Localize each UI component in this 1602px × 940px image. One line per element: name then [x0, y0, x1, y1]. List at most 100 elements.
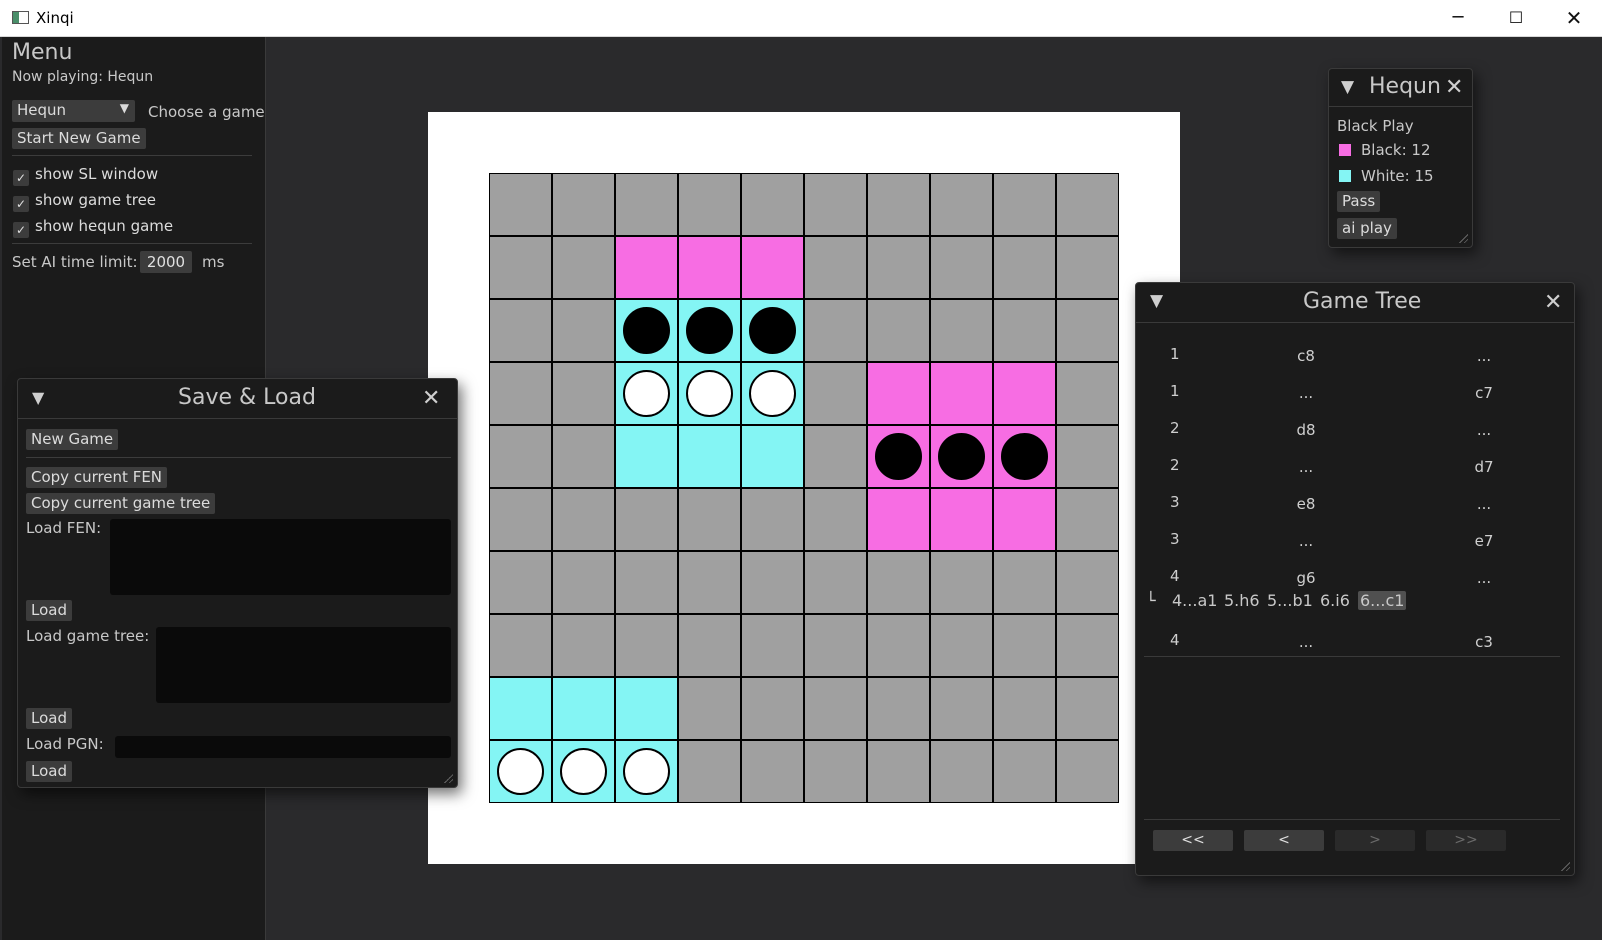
board-cell[interactable] [678, 488, 741, 551]
board-cell[interactable] [615, 740, 678, 803]
white-move[interactable]: ... [1286, 384, 1326, 402]
board-cell[interactable] [552, 614, 615, 677]
resize-grip-icon[interactable] [1458, 233, 1468, 243]
board-cell[interactable] [867, 299, 930, 362]
load-game-tree-button[interactable]: Load [26, 708, 72, 729]
board-cell[interactable] [867, 236, 930, 299]
board-cell[interactable] [678, 173, 741, 236]
board-cell[interactable] [804, 173, 867, 236]
board-cell[interactable] [867, 614, 930, 677]
last-move-button[interactable]: >> [1426, 830, 1506, 851]
board-cell[interactable] [552, 488, 615, 551]
board-cell[interactable] [741, 614, 804, 677]
board-cell[interactable] [993, 236, 1056, 299]
ai-time-input[interactable]: 2000 [140, 251, 192, 273]
board-cell[interactable] [741, 488, 804, 551]
board-cell[interactable] [552, 236, 615, 299]
board-cell[interactable] [741, 551, 804, 614]
start-new-game-button[interactable]: Start New Game [12, 128, 146, 149]
black-move[interactable]: ... [1464, 569, 1504, 587]
board-cell[interactable] [615, 614, 678, 677]
show-game-tree-checkbox[interactable]: ✓ show game tree [13, 191, 156, 212]
show-hequn-game-checkbox[interactable]: ✓ show hequn game [13, 217, 173, 238]
load-fen-button[interactable]: Load [26, 600, 72, 621]
board-cell[interactable] [993, 425, 1056, 488]
board-cell[interactable] [552, 299, 615, 362]
board-cell[interactable] [804, 236, 867, 299]
black-move[interactable]: ... [1464, 495, 1504, 513]
board-cell[interactable] [489, 299, 552, 362]
board-cell[interactable] [1056, 614, 1119, 677]
board-cell[interactable] [993, 677, 1056, 740]
black-move[interactable]: d7 [1464, 458, 1504, 476]
board-cell[interactable] [552, 677, 615, 740]
board-cell[interactable] [867, 740, 930, 803]
board-cell[interactable] [930, 299, 993, 362]
board-cell[interactable] [489, 677, 552, 740]
board-cell[interactable] [1056, 236, 1119, 299]
board-cell[interactable] [552, 173, 615, 236]
game-board[interactable] [489, 173, 1119, 803]
board-cell[interactable] [489, 488, 552, 551]
board-cell[interactable] [867, 425, 930, 488]
ai-play-button[interactable]: ai play [1337, 218, 1397, 239]
board-cell[interactable] [678, 299, 741, 362]
board-cell[interactable] [930, 614, 993, 677]
new-game-button[interactable]: New Game [26, 429, 119, 450]
board-cell[interactable] [1056, 677, 1119, 740]
board-cell[interactable] [867, 551, 930, 614]
black-move[interactable]: e7 [1464, 532, 1504, 550]
board-cell[interactable] [930, 677, 993, 740]
board-cell[interactable] [552, 425, 615, 488]
board-cell[interactable] [741, 425, 804, 488]
board-cell[interactable] [804, 488, 867, 551]
board-cell[interactable] [678, 425, 741, 488]
board-cell[interactable] [930, 551, 993, 614]
board-cell[interactable] [930, 425, 993, 488]
board-cell[interactable] [993, 173, 1056, 236]
white-move[interactable]: g6 [1286, 569, 1326, 587]
board-cell[interactable] [615, 173, 678, 236]
board-cell[interactable] [741, 740, 804, 803]
white-move[interactable]: ... [1286, 458, 1326, 476]
game-select[interactable]: Hequn ▼ [12, 100, 135, 122]
board-cell[interactable] [489, 173, 552, 236]
white-move[interactable]: c8 [1286, 347, 1326, 365]
variation-move-selected[interactable]: 6...c1 [1358, 591, 1407, 610]
board-cell[interactable] [930, 173, 993, 236]
collapse-triangle-icon[interactable]: ▼ [1150, 291, 1163, 311]
board-cell[interactable] [489, 236, 552, 299]
board-cell[interactable] [741, 677, 804, 740]
board-cell[interactable] [930, 740, 993, 803]
fen-textarea[interactable] [110, 519, 451, 595]
variation-move[interactable]: 5.h6 [1224, 591, 1260, 610]
board-cell[interactable] [741, 236, 804, 299]
board-cell[interactable] [804, 740, 867, 803]
close-icon[interactable]: ✕ [422, 388, 440, 410]
load-pgn-button[interactable]: Load [26, 761, 72, 782]
board-cell[interactable] [615, 551, 678, 614]
board-cell[interactable] [615, 488, 678, 551]
board-cell[interactable] [993, 299, 1056, 362]
board-cell[interactable] [615, 362, 678, 425]
board-cell[interactable] [678, 236, 741, 299]
board-cell[interactable] [804, 677, 867, 740]
board-cell[interactable] [552, 551, 615, 614]
collapse-triangle-icon[interactable]: ▼ [32, 388, 44, 407]
board-cell[interactable] [804, 425, 867, 488]
board-cell[interactable] [489, 551, 552, 614]
board-cell[interactable] [1056, 425, 1119, 488]
variation-move[interactable]: 5...b1 [1267, 591, 1313, 610]
board-cell[interactable] [993, 362, 1056, 425]
board-cell[interactable] [804, 614, 867, 677]
board-cell[interactable] [867, 677, 930, 740]
black-move[interactable]: ... [1464, 347, 1504, 365]
board-cell[interactable] [1056, 551, 1119, 614]
resize-grip-icon[interactable] [1560, 861, 1570, 871]
board-cell[interactable] [489, 362, 552, 425]
board-cell[interactable] [993, 614, 1056, 677]
board-cell[interactable] [741, 173, 804, 236]
white-move[interactable]: ... [1286, 633, 1326, 651]
board-cell[interactable] [804, 362, 867, 425]
board-cell[interactable] [867, 173, 930, 236]
